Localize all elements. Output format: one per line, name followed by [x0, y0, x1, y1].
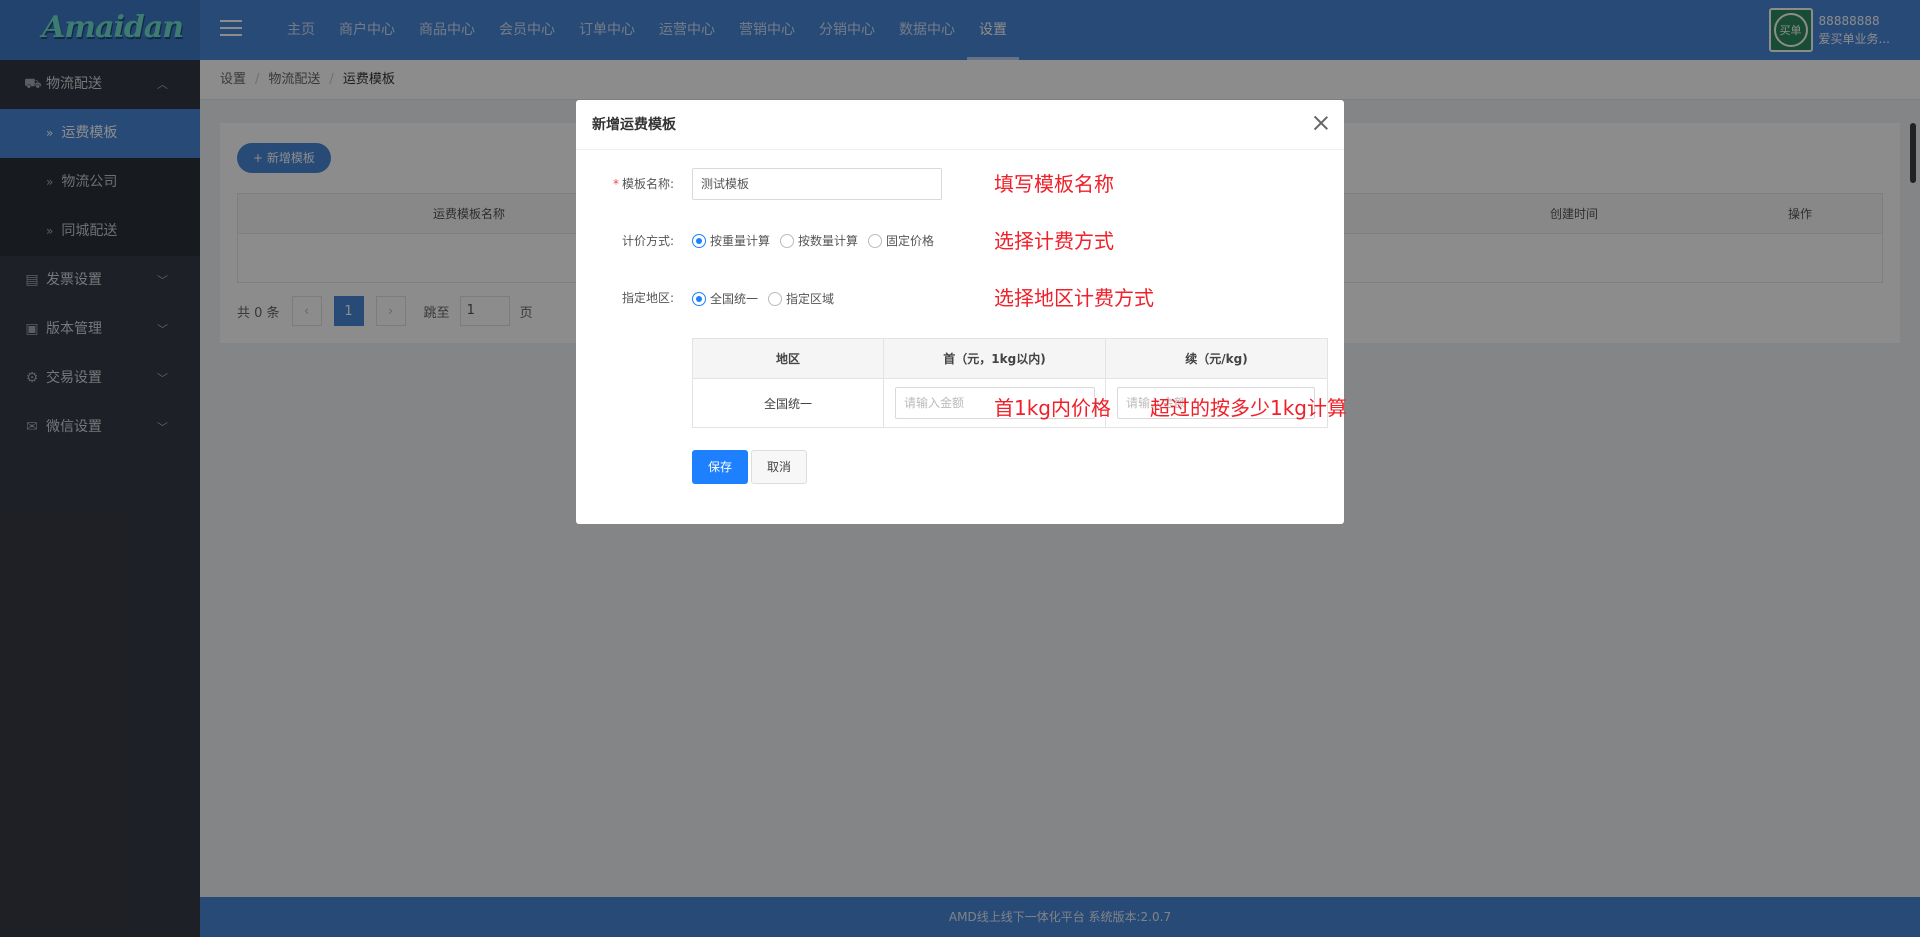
- radio-dot: [868, 233, 883, 248]
- annotation-name: 填写模板名称: [994, 172, 1114, 196]
- close-icon[interactable]: [1312, 114, 1330, 132]
- row-region: 全国统一: [763, 396, 812, 411]
- radio-label: 全国统一: [710, 292, 759, 306]
- radio-nationwide[interactable]: 全国统一: [692, 290, 758, 307]
- annotation-first-price: 首1kg内价格: [994, 396, 1112, 420]
- radio-by-quantity[interactable]: 按数量计算: [780, 232, 858, 249]
- radio-dot: [692, 233, 706, 248]
- radio-by-weight[interactable]: 按重量计算: [692, 232, 770, 249]
- save-button[interactable]: 保存: [692, 450, 748, 484]
- template-name-input[interactable]: 测试模板: [692, 168, 942, 200]
- annotation-next-price: 超过的按多少1kg计算: [1150, 396, 1348, 420]
- required-mark: *: [612, 177, 619, 191]
- pricing-radio-group: 按重量计算 按数量计算 固定价格: [692, 232, 944, 249]
- radio-dot: [692, 291, 706, 306]
- radio-label: 按重量计算: [710, 234, 771, 248]
- radio-specific-region[interactable]: 指定区域: [768, 290, 834, 307]
- page-scrollbar[interactable]: [1910, 123, 1916, 183]
- template-name-label: * 模板名称:: [576, 175, 674, 192]
- radio-dot: [780, 233, 795, 248]
- radio-dot: [768, 291, 783, 306]
- dialog-title: 新增运费模板: [592, 117, 676, 133]
- region-radio-group: 全国统一 指定区域: [692, 290, 844, 307]
- annotation-pricing: 选择计费方式: [994, 229, 1114, 253]
- radio-fixed-price[interactable]: 固定价格: [868, 232, 934, 249]
- radio-label: 固定价格: [886, 234, 935, 248]
- divider: [883, 379, 884, 427]
- radio-label: 按数量计算: [798, 234, 859, 248]
- cancel-button[interactable]: 取消: [751, 450, 807, 484]
- header-additional-weight: 续（元/kg): [1185, 352, 1248, 366]
- pricing-label: 计价方式:: [621, 234, 674, 248]
- price-table-header: 地区 首（元，1kg以内) 续（元/kg): [693, 339, 1327, 379]
- radio-label: 指定区域: [786, 292, 835, 306]
- header-first-weight: 首（元，1kg以内): [943, 352, 1046, 366]
- add-template-dialog: 新增运费模板 * 模板名称: 测试模板 计价方式: 按重量计算 按数量计算 固定价…: [576, 100, 1344, 524]
- dialog-header: 新增运费模板: [576, 100, 1344, 150]
- region-label: 指定地区:: [621, 291, 674, 305]
- template-name-label-text: 模板名称:: [621, 177, 674, 191]
- header-region: 地区: [775, 352, 800, 366]
- annotation-region: 选择地区计费方式: [994, 286, 1154, 310]
